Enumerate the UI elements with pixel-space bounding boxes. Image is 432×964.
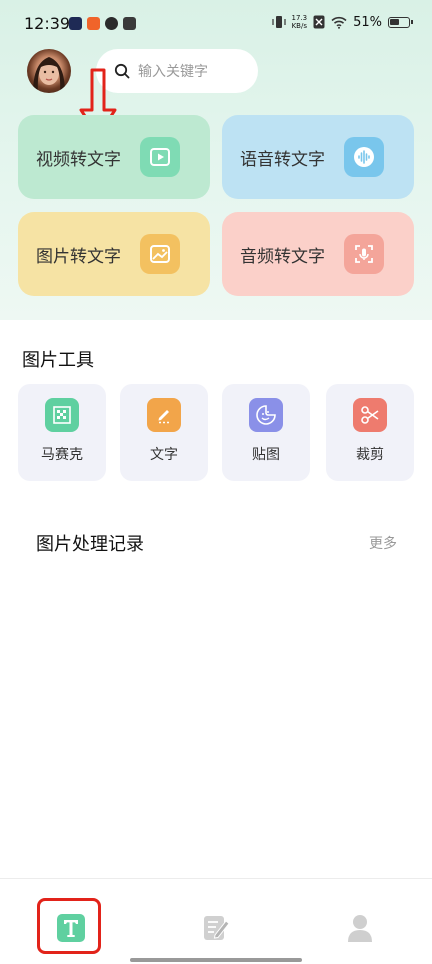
notification-app-icon [123,17,136,30]
audio-to-text-card[interactable]: 音频转文字 [222,212,414,296]
image-tools-title: 图片工具 [22,350,94,371]
tool-label: 贴图 [252,447,280,463]
pen-icon [147,398,181,432]
no-sim-icon [313,15,325,29]
notification-app-icon [69,17,82,30]
records-title: 图片处理记录 [36,534,144,555]
tool-label: 马赛克 [41,447,83,463]
more-link[interactable]: 更多 [369,533,397,553]
vibrate-icon [271,16,286,28]
user-icon [348,915,372,942]
card-label: 视频转文字 [36,149,121,170]
home-indicator[interactable] [130,958,302,962]
image-to-text-card[interactable]: 图片转文字 [18,212,210,296]
scissors-icon [353,398,387,432]
nav-edit-tab[interactable] [192,904,240,952]
tool-text[interactable]: 文字 [120,384,208,481]
notification-app-icon [87,17,100,30]
nav-profile-tab[interactable] [336,904,384,952]
microphone-icon [344,234,384,274]
tool-crop[interactable]: 裁剪 [326,384,414,481]
battery-icon [388,16,413,28]
tool-label: 文字 [150,447,178,463]
tool-sticker[interactable]: 贴图 [222,384,310,481]
card-label: 音频转文字 [240,246,325,267]
tool-label: 裁剪 [356,447,384,463]
text-t-icon [57,914,85,942]
card-label: 语音转文字 [240,149,325,170]
status-time: 12:39 [24,14,71,33]
mosaic-icon [45,398,79,432]
video-play-icon [140,137,180,177]
nav-text-tab[interactable] [47,904,95,952]
voice-wave-icon [344,137,384,177]
battery-percent: 51% [353,14,382,30]
sticker-icon [249,398,283,432]
network-speed: 17.3 KB/s [291,14,308,30]
avatar[interactable] [27,49,71,93]
search-placeholder: 输入关键字 [138,64,208,80]
edit-note-icon [204,916,230,940]
video-to-text-card[interactable]: 视频转文字 [18,115,210,199]
wifi-icon [331,16,347,29]
tool-mosaic[interactable]: 马赛克 [18,384,106,481]
status-bar: 12:39 17.3 KB/s 51% [0,0,432,48]
notification-app-icon [105,17,118,30]
card-label: 图片转文字 [36,246,121,267]
image-icon [140,234,180,274]
search-bar[interactable]: 输入关键字 [96,49,258,93]
voice-to-text-card[interactable]: 语音转文字 [222,115,414,199]
